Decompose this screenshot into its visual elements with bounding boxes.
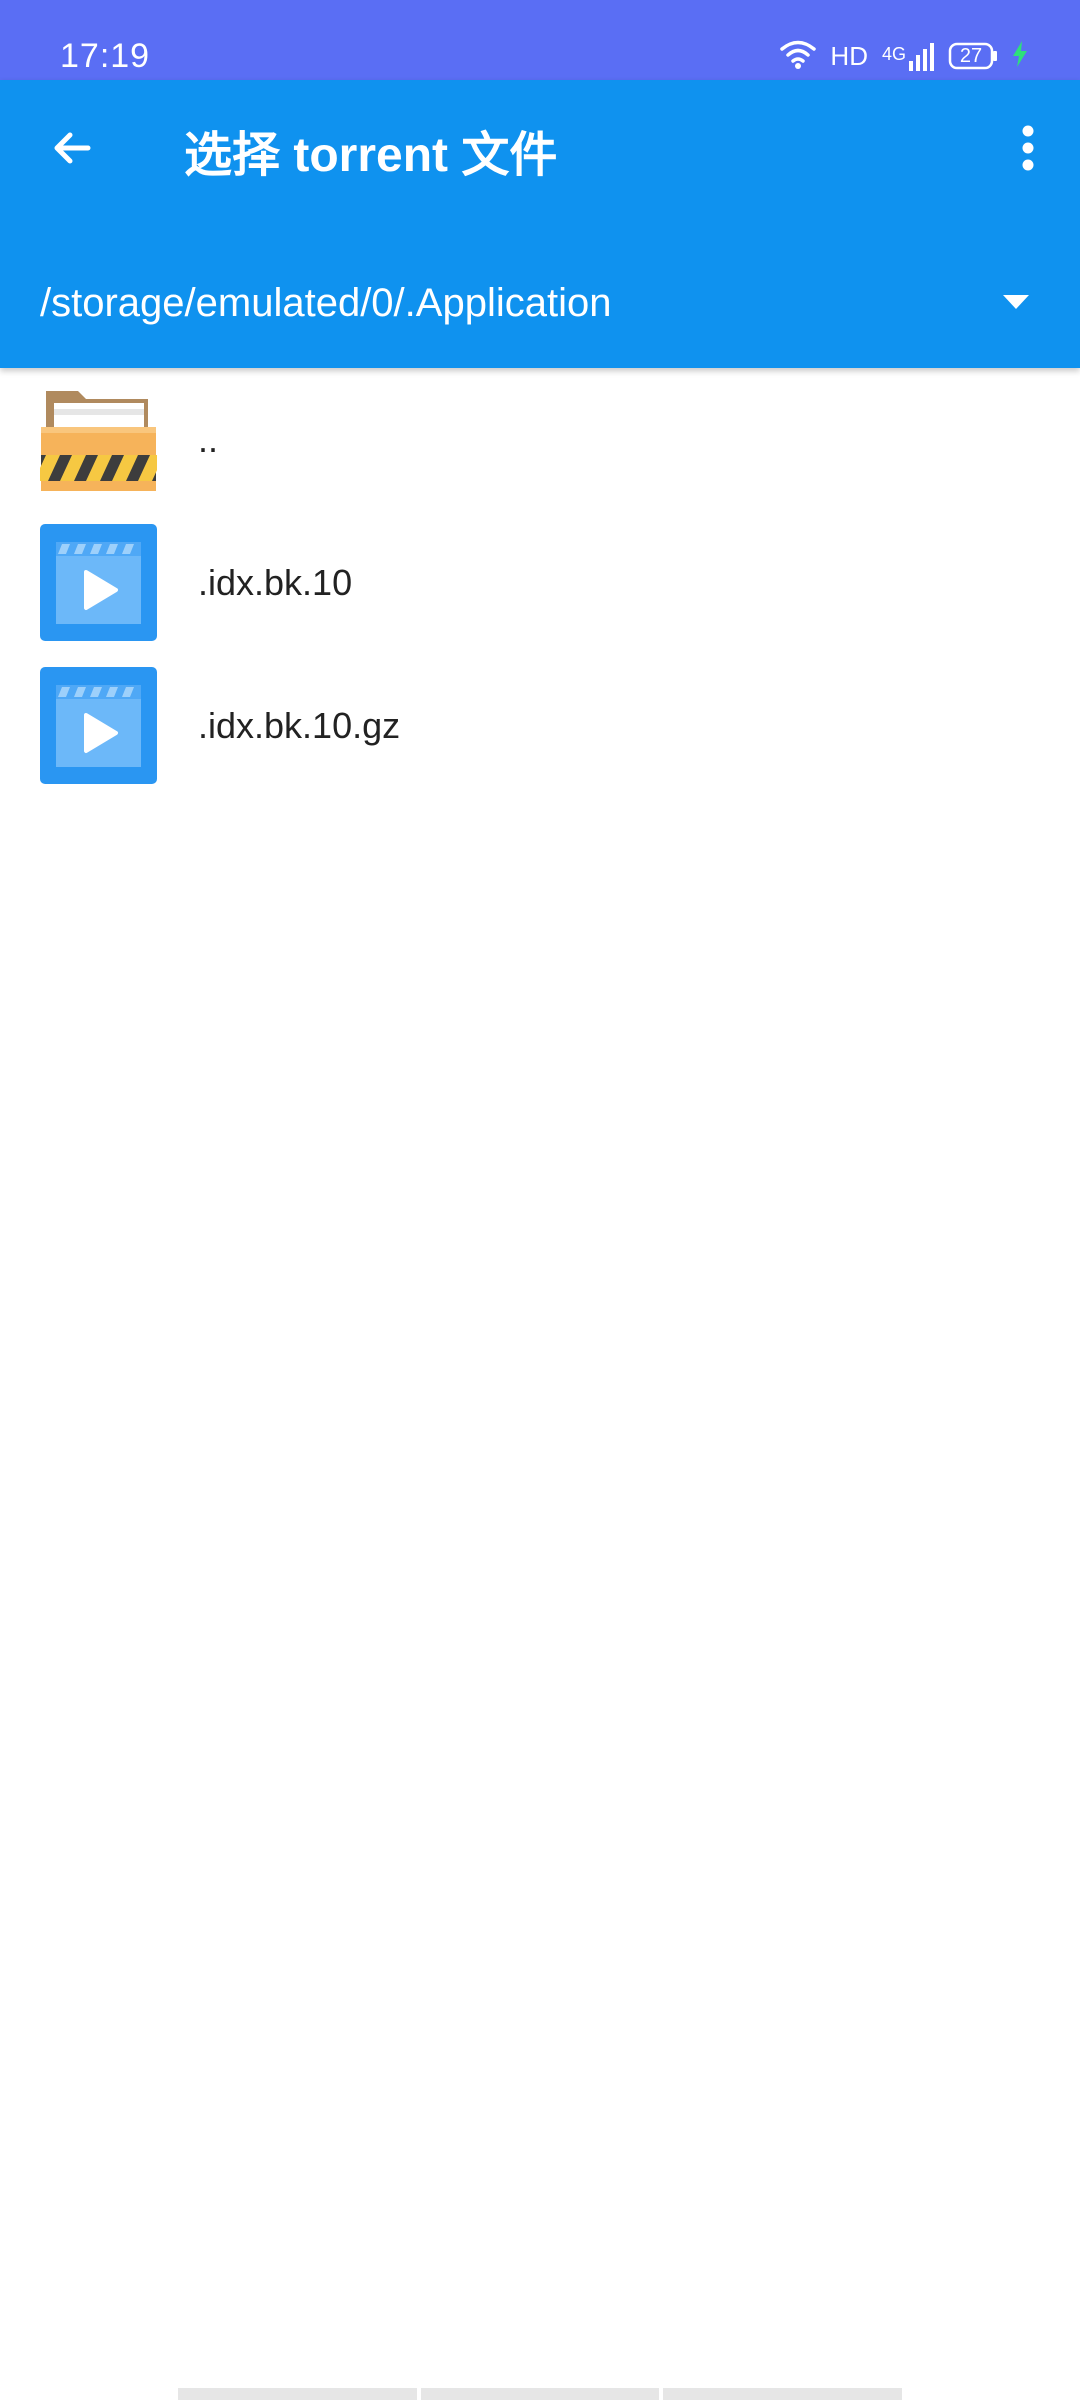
path-selector[interactable]: /storage/emulated/0/.Application: [0, 256, 1080, 352]
path-dropdown-button[interactable]: [992, 284, 1040, 324]
hd-label: HD: [830, 41, 868, 71]
file-name: .idx.bk.10.gz: [198, 704, 401, 746]
nav-hint-segment: [178, 2388, 417, 2400]
signal-icon: 4G: [882, 41, 934, 71]
video-file-icon: [40, 667, 157, 784]
more-vertical-icon: [1021, 124, 1035, 177]
charging-icon: [1012, 40, 1028, 72]
arrow-left-icon: [48, 124, 96, 177]
triangle-down-icon: [1002, 294, 1030, 315]
app-bar: 选择 torrent 文件 /storage/emulated/0/.Appli…: [0, 80, 1080, 368]
back-button[interactable]: [36, 114, 108, 186]
battery-icon: 27: [948, 42, 998, 70]
network-type-label: 4G: [881, 44, 906, 64]
current-path: /storage/emulated/0/.Application: [40, 281, 612, 325]
video-file-icon: [40, 524, 157, 641]
battery-level-text: 27: [959, 45, 983, 67]
folder-up-icon: [34, 381, 164, 498]
list-item[interactable]: .idx.bk.10.gz: [0, 654, 1080, 797]
wifi-icon: [780, 38, 817, 75]
navigation-hint-bar: [178, 2388, 903, 2400]
list-item[interactable]: .idx.bk.10: [0, 511, 1080, 654]
nav-hint-segment: [420, 2388, 660, 2400]
file-name: .idx.bk.10: [198, 561, 353, 603]
page-title: 选择 torrent 文件: [184, 129, 558, 182]
status-time: 17:19: [60, 37, 151, 75]
file-name: ..: [198, 418, 219, 460]
nav-hint-segment: [663, 2388, 903, 2400]
status-bar: 17:19 HD 4G 27: [0, 0, 1080, 80]
status-icons: HD 4G 27: [780, 36, 1028, 76]
list-item[interactable]: ..: [0, 368, 1080, 511]
file-list: .. .idx.bk.10 .idx.bk.10.gz: [0, 368, 1080, 797]
more-options-button[interactable]: [996, 114, 1060, 186]
